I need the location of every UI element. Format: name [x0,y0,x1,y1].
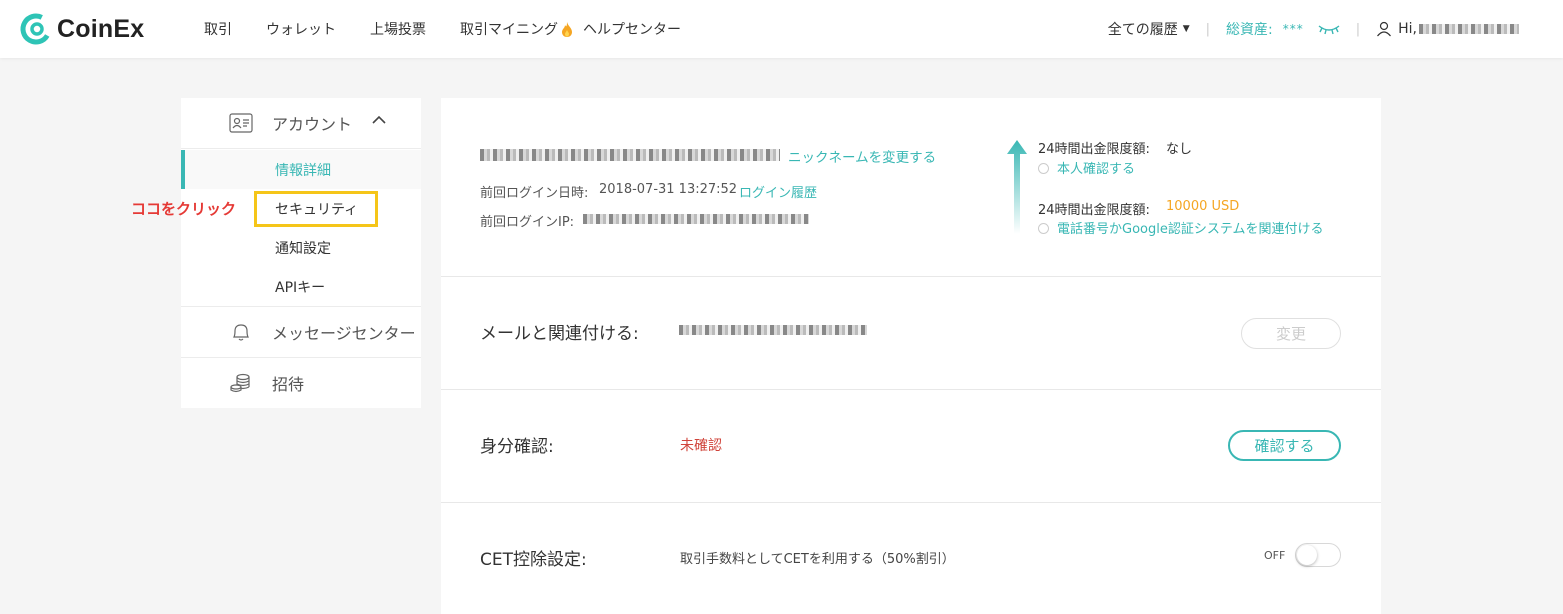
nav-wallet[interactable]: ウォレット [266,19,336,39]
email-row-label: メールと関連付ける: [480,324,639,344]
bind-2fa-option[interactable]: 電話番号かGoogle認証システムを関連付ける [1038,218,1323,237]
logo-text: CoinEx [57,14,145,43]
history-dropdown[interactable]: 全ての履歴 ▼ [1108,19,1190,39]
coins-icon [230,373,250,393]
cet-toggle[interactable] [1295,543,1341,567]
id-card-icon [229,113,253,133]
cet-row-label: CET控除設定: [480,550,587,570]
divider [441,389,1381,390]
nav-trade-mining[interactable]: 取引マイニング [460,19,583,39]
sidebar: アカウント 情報詳細 セキュリティ 通知設定 APIキー メッセージセンター 招… [181,98,421,408]
coinex-logo-icon [20,13,52,45]
verify-identity-link: 本人確認する [1057,162,1136,177]
sidebar-group-account[interactable]: アカウント [181,98,421,148]
last-login-ip-label: 前回ログインIP: [480,215,575,230]
nav-trade-mining-label: 取引マイニング [460,22,558,38]
identity-status: 未確認 [680,438,722,454]
history-label: 全ての履歴 [1107,22,1178,38]
account-details-panel: ニックネームを変更する 前回ログイン日時: 2018-07-31 13:27:5… [441,98,1381,614]
nav-trade[interactable]: 取引 [204,19,232,39]
total-assets-value: *** [1282,22,1304,36]
cet-toggle-label: OFF [1264,549,1286,562]
nav-help-center[interactable]: ヘルプセンター [583,19,681,39]
total-assets-label: 総資産: [1226,22,1273,38]
eye-closed-icon[interactable] [1318,23,1340,35]
sidebar-invite-label: 招待 [272,375,305,394]
divider [441,502,1381,503]
greeting[interactable]: Hi, [1398,21,1417,37]
click-here-annotation: ココをクリック [131,200,237,218]
ip-redacted [583,214,809,224]
arrow-up-icon [1007,140,1027,234]
email-redacted [679,325,867,335]
header-right: 全ての履歴 ▼ | 総資産: *** | Hi, [1108,0,1519,58]
divider: | [1355,21,1361,37]
caret-down-icon: ▼ [1182,24,1190,34]
divider: | [1205,21,1211,37]
withdraw-limit-label-2: 24時間出金限度額: [1038,203,1150,218]
radio-icon [1038,223,1049,234]
divider [441,276,1381,277]
user-icon[interactable] [1376,21,1392,37]
last-login-time: 2018-07-31 13:27:52 [599,182,738,197]
chevron-up-icon [372,115,386,124]
username-redacted [1419,24,1519,34]
main-nav: 取引 ウォレット 上場投票 取引マイニング ヘルプセンター [204,0,681,58]
sidebar-group-invite[interactable]: 招待 [181,358,421,408]
nickname-redacted [480,149,780,161]
identity-row-label: 身分確認: [480,437,554,457]
cet-description: 取引手数料としてCETを利用する（50%割引） [680,552,955,567]
divider [181,148,421,149]
security-highlight-box [254,191,378,227]
withdraw-limit-value-2: 10000 USD [1166,199,1240,214]
sidebar-account-label: アカウント [272,115,353,134]
coinex-logo[interactable]: CoinEx [19,12,144,46]
toggle-knob [1297,545,1317,565]
fire-icon [561,21,573,37]
change-email-button[interactable]: 変更 [1241,318,1341,349]
top-header: CoinEx 取引 ウォレット 上場投票 取引マイニング ヘルプセンター 全ての… [0,0,1563,58]
withdraw-limit-label-1: 24時間出金限度額: [1038,142,1150,157]
sidebar-item-api-keys[interactable]: APIキー [181,267,421,306]
sidebar-item-notifications[interactable]: 通知設定 [181,228,421,267]
sidebar-message-center-label: メッセージセンター [272,324,416,343]
verify-identity-option[interactable]: 本人確認する [1038,158,1135,177]
bell-icon [233,324,249,341]
bind-2fa-link: 電話番号かGoogle認証システムを関連付ける [1057,222,1324,237]
sidebar-item-details[interactable]: 情報詳細 [181,150,421,189]
change-nickname-link[interactable]: ニックネームを変更する [788,146,936,166]
login-history-link[interactable]: ログイン履歴 [739,182,817,201]
last-login-time-label: 前回ログイン日時: [480,186,589,201]
sidebar-group-message-center[interactable]: メッセージセンター [181,307,421,357]
withdraw-limit-value-1: なし [1166,142,1193,157]
nav-listing-vote[interactable]: 上場投票 [370,19,426,39]
radio-icon [1038,163,1049,174]
verify-identity-button[interactable]: 確認する [1228,430,1341,461]
